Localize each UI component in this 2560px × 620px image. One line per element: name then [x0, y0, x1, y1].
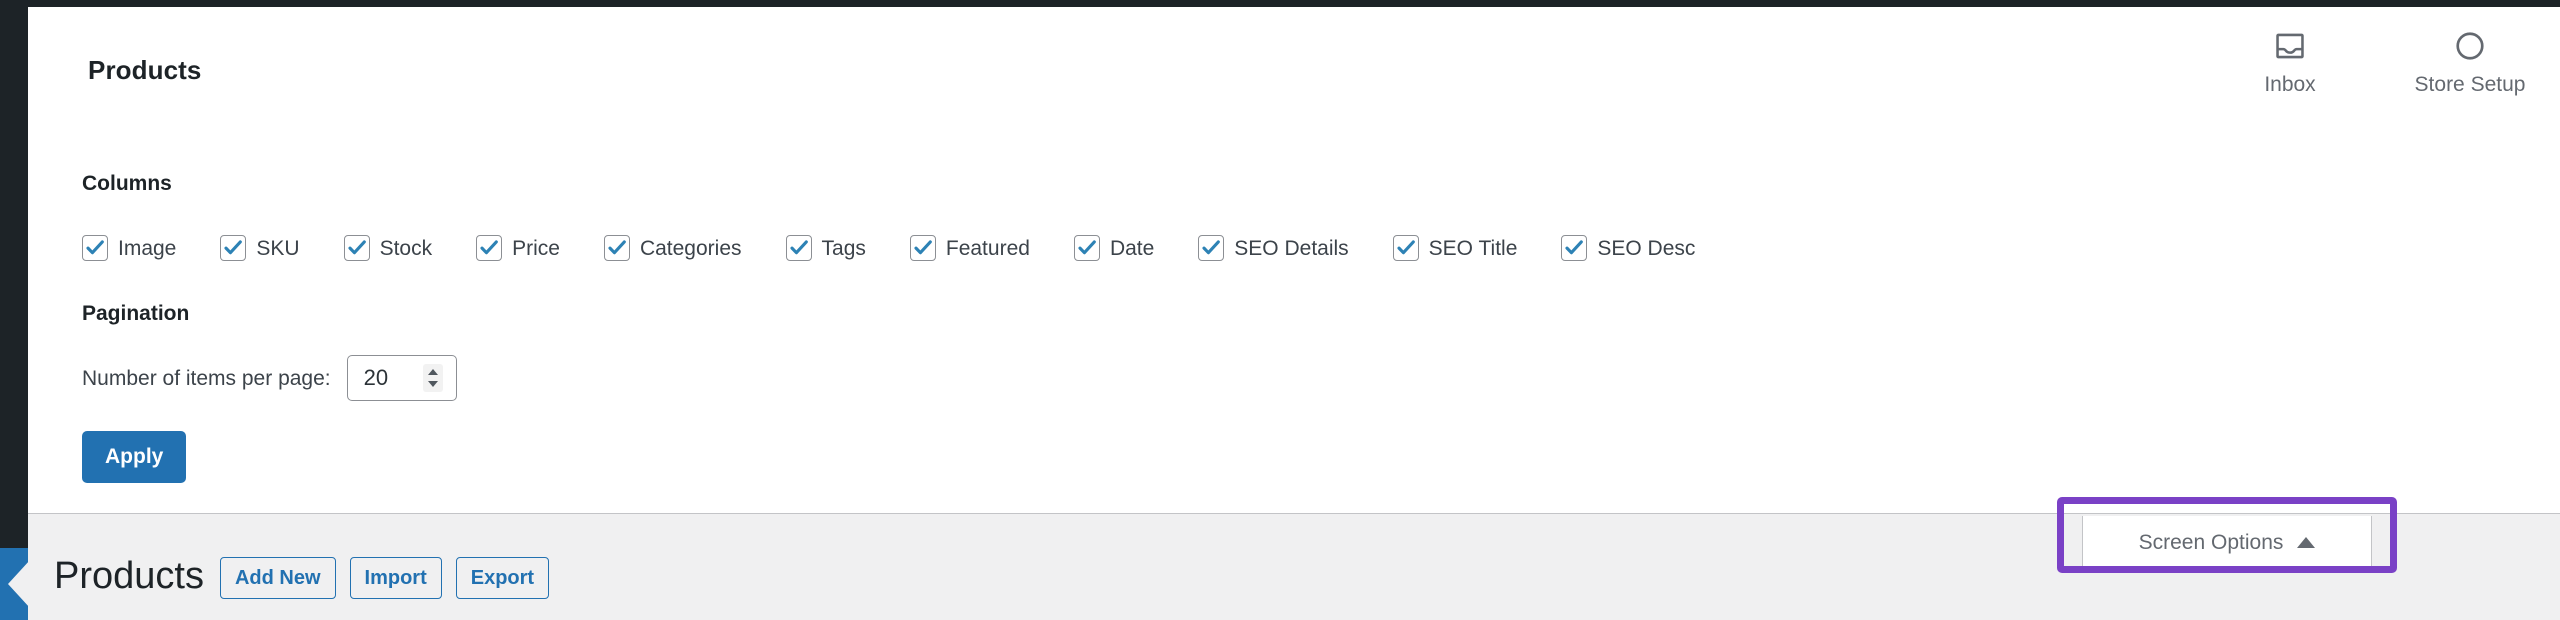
number-spinner[interactable]: [422, 364, 443, 392]
column-checkbox[interactable]: [82, 235, 108, 261]
page-title: Products: [88, 55, 202, 85]
items-per-page-label: Number of items per page:: [82, 366, 331, 390]
column-option-label: SEO Desc: [1597, 236, 1696, 260]
column-option-label: SEO Title: [1428, 236, 1518, 260]
screen-options-panel: Products Inbox Store Setup Columns Image…: [28, 7, 2560, 514]
column-option[interactable]: Date: [1073, 235, 1155, 261]
spinner-down-icon[interactable]: [427, 380, 438, 387]
page-action-button[interactable]: Import: [349, 557, 442, 599]
column-checkbox[interactable]: [1073, 235, 1100, 261]
column-option[interactable]: Featured: [909, 235, 1030, 261]
inbox-icon: [2271, 27, 2309, 65]
column-checkbox[interactable]: [1392, 235, 1419, 261]
column-option-label: Price: [512, 236, 560, 260]
apply-button[interactable]: Apply: [82, 431, 187, 483]
column-option[interactable]: Tags: [785, 235, 866, 261]
wp-admin-sidebar[interactable]: [0, 0, 28, 620]
spinner-up-icon[interactable]: [427, 369, 438, 376]
admin-screen: Products Inbox Store Setup Columns Image…: [0, 0, 2560, 620]
activity-item-store-setup[interactable]: Store Setup: [2380, 7, 2560, 95]
column-checkbox[interactable]: [603, 235, 630, 261]
column-option-label: SKU: [256, 236, 300, 260]
column-option[interactable]: SEO Title: [1392, 235, 1518, 261]
column-option-label: Stock: [379, 236, 433, 260]
column-option[interactable]: SEO Details: [1198, 235, 1349, 261]
column-option[interactable]: Image: [82, 235, 176, 261]
column-option[interactable]: SEO Desc: [1561, 235, 1695, 261]
column-option-label: Date: [1109, 236, 1155, 260]
column-option-label: Image: [118, 236, 177, 260]
page-heading: Products: [54, 554, 204, 597]
column-option[interactable]: Categories: [603, 235, 742, 261]
column-option-label: Categories: [639, 236, 742, 260]
column-checkbox[interactable]: [1561, 235, 1588, 261]
wp-admin-bar: [0, 0, 2560, 7]
column-option[interactable]: Price: [476, 235, 560, 261]
activity-panel: Inbox Store Setup: [2200, 7, 2560, 117]
column-checkbox[interactable]: [343, 235, 370, 261]
column-option[interactable]: Stock: [343, 235, 433, 261]
column-checkbox[interactable]: [909, 235, 936, 261]
triangle-up-icon: [2297, 537, 2316, 548]
column-option[interactable]: SKU: [220, 235, 300, 261]
sidebar-active-arrow-icon: [8, 560, 30, 608]
screen-options-toggle[interactable]: Screen Options: [2082, 516, 2372, 570]
column-option-label: Featured: [945, 236, 1030, 260]
column-option-label: Tags: [821, 236, 866, 260]
column-option-label: SEO Details: [1234, 236, 1349, 260]
column-checkbox[interactable]: [476, 235, 503, 261]
column-checkbox[interactable]: [1198, 235, 1225, 261]
activity-item-inbox[interactable]: Inbox: [2200, 7, 2380, 95]
page-actions: Add New Import Export: [219, 554, 550, 599]
items-per-page-value: 20: [363, 365, 389, 390]
activity-item-label: Inbox: [2264, 73, 2316, 96]
screen-options-label: Screen Options: [2138, 531, 2284, 554]
pagination-row: Number of items per page: 20: [82, 355, 457, 401]
columns-legend: Columns: [82, 172, 172, 195]
store-setup-circle-icon: [2451, 27, 2489, 65]
columns-checkbox-row: Image SKU Stock Price Categories Tags Featured…: [82, 235, 1739, 261]
page-action-button[interactable]: Export: [455, 557, 550, 599]
panel-header: Products Inbox Store Setup: [28, 7, 2560, 129]
activity-item-label: Store Setup: [2414, 73, 2526, 96]
items-per-page-input[interactable]: 20: [346, 355, 457, 401]
page-action-button[interactable]: Add New: [219, 557, 336, 599]
column-checkbox[interactable]: [220, 235, 247, 261]
page-header-inner: Products Add New Import Export: [54, 554, 550, 599]
pagination-legend: Pagination: [82, 302, 190, 325]
column-checkbox[interactable]: [785, 235, 812, 261]
